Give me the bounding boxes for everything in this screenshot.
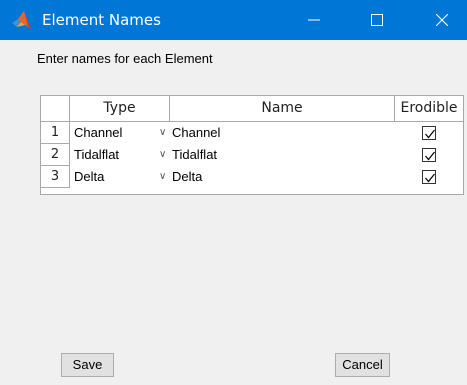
close-button[interactable]: [419, 0, 465, 40]
close-icon: [436, 14, 448, 26]
name-cell[interactable]: Channel: [172, 122, 392, 144]
minimize-icon: [308, 19, 320, 21]
name-cell[interactable]: Delta: [172, 166, 392, 188]
row-number: 1: [41, 122, 70, 144]
checkmark-icon: [425, 129, 435, 139]
type-dropdown[interactable]: Tidalflat ∨: [74, 144, 170, 166]
checkmark-icon: [425, 173, 435, 183]
erodible-checkbox[interactable]: [422, 126, 436, 140]
title-bar: Element Names: [0, 0, 467, 40]
save-button[interactable]: Save: [61, 353, 114, 377]
instruction-text: Enter names for each Element: [37, 51, 213, 66]
maximize-button[interactable]: [354, 0, 400, 40]
minimize-button[interactable]: [291, 0, 337, 40]
cancel-button[interactable]: Cancel: [335, 353, 390, 377]
window-body: [0, 40, 467, 385]
type-value: Delta: [74, 169, 105, 184]
table-row: 3 Delta ∨ Delta: [41, 166, 463, 188]
maximize-icon: [371, 14, 383, 26]
column-header-name[interactable]: Name: [170, 96, 395, 121]
window-title: Element Names: [42, 11, 161, 29]
name-cell[interactable]: Tidalflat: [172, 144, 392, 166]
table-row: 2 Tidalflat ∨ Tidalflat: [41, 144, 463, 166]
erodible-checkbox[interactable]: [422, 148, 436, 162]
type-dropdown[interactable]: Delta ∨: [74, 166, 170, 188]
type-value: Channel: [74, 125, 123, 140]
chevron-down-icon: ∨: [159, 127, 167, 138]
row-number: 2: [41, 144, 70, 166]
table-row: 1 Channel ∨ Channel: [41, 122, 463, 144]
checkmark-icon: [425, 151, 435, 161]
element-table: Type Name Erodible 1 Channel ∨ Channel 2…: [40, 95, 464, 195]
column-header-type[interactable]: Type: [70, 96, 170, 121]
chevron-down-icon: ∨: [159, 171, 167, 182]
row-number: 3: [41, 166, 70, 188]
type-value: Tidalflat: [74, 147, 120, 162]
column-header-erodible[interactable]: Erodible: [395, 96, 463, 121]
table-header: Type Name Erodible: [41, 96, 463, 122]
matlab-icon: [12, 11, 31, 29]
header-corner: [41, 96, 70, 121]
erodible-checkbox[interactable]: [422, 170, 436, 184]
chevron-down-icon: ∨: [159, 149, 167, 160]
type-dropdown[interactable]: Channel ∨: [74, 122, 170, 144]
